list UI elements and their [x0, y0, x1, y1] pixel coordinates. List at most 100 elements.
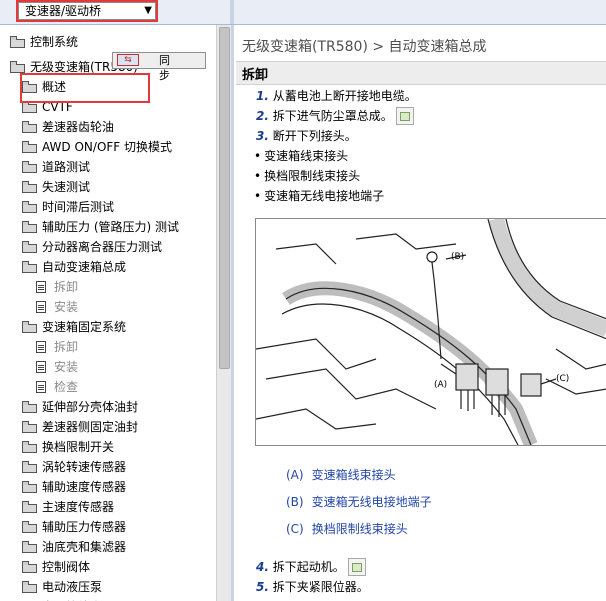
page-title: 无级变速箱(TR580) > 自动变速箱总成	[242, 39, 487, 55]
folder-icon	[22, 81, 37, 93]
procedure-step: 5. 拆下夹紧限位器。	[256, 578, 369, 595]
tree-item-label: 分动器离合器压力测试	[42, 240, 163, 254]
tree-folder-item[interactable]: 油底壳和集滤器	[22, 537, 126, 557]
tree-item-label: AWD ON/OFF 切换模式	[42, 140, 173, 154]
tree-folder-item[interactable]: 变速箱固定系统	[22, 317, 126, 337]
tree-folder-item[interactable]: 电动液压泵	[22, 577, 102, 597]
tree-topic-item[interactable]: 拆卸	[36, 337, 78, 357]
tree-scrollbar-thumb[interactable]	[219, 27, 230, 369]
tree-item-label: 安装	[54, 360, 79, 374]
step-number: 3.	[256, 129, 269, 143]
tree-item-label: 检查	[54, 380, 79, 394]
tree-item-label: 辅助压力传感器	[42, 520, 127, 534]
tree-folder-item[interactable]: 控制系统	[10, 32, 78, 52]
tree-item-label: 主速度传感器	[42, 500, 115, 514]
tree-folder-item[interactable]: 辅助速度传感器	[22, 477, 126, 497]
tree-item-label: 拆卸	[54, 340, 79, 354]
sync-button-label: 同 步	[159, 54, 182, 82]
step-text: 拆下夹紧限位器。	[272, 580, 369, 594]
section-title: 拆卸	[242, 68, 269, 83]
tree-folder-item[interactable]: 分动器离合器压力测试	[22, 237, 162, 257]
tree-folder-item[interactable]: 换档限制开关	[22, 437, 114, 457]
step-number: 4.	[256, 560, 269, 574]
tree-folder-item[interactable]: 时间滞后测试	[22, 197, 114, 217]
folder-icon	[22, 161, 37, 173]
bullet-icon: •	[254, 149, 262, 163]
folder-icon	[10, 36, 25, 48]
tree-item-label: 失速测试	[42, 180, 91, 194]
folder-icon	[22, 201, 37, 213]
folder-icon	[22, 541, 37, 553]
step-number: 1.	[256, 89, 269, 103]
tree-folder-item[interactable]: 变速箱线束	[22, 597, 102, 601]
tree-folder-item[interactable]: 失速测试	[22, 177, 90, 197]
document-icon	[36, 341, 46, 353]
tree-folder-item[interactable]: 延伸部分壳体油封	[22, 397, 138, 417]
document-icon	[36, 281, 46, 293]
connector-list-item: • 变速箱线束接头	[254, 147, 348, 164]
legend-item: (A) 变速箱线束接头	[286, 466, 396, 483]
sync-button[interactable]: ⇆ 同 步	[112, 52, 206, 82]
tree-folder-item[interactable]: 道路测试	[22, 157, 90, 177]
folder-icon	[22, 421, 37, 433]
procedure-step: 2. 拆下进气防尘罩总成。	[256, 107, 414, 125]
tree-folder-item[interactable]: CVTF	[22, 97, 73, 117]
legend-item: (B) 变速箱无线电接地端子	[286, 493, 432, 510]
section-header: 拆卸	[236, 61, 606, 85]
tree-item-label: 安装	[54, 300, 79, 314]
step-number: 5.	[256, 580, 269, 594]
tree-scrollbar[interactable]	[216, 25, 231, 601]
tree-item-label: 差速器侧固定油封	[42, 420, 139, 434]
bullet-icon: •	[254, 169, 262, 183]
category-dropdown[interactable]: 变速器/驱动桥 ▼	[18, 2, 156, 20]
tree-item-label: 道路测试	[42, 160, 91, 174]
tree-item-label: 辅助速度传感器	[42, 480, 127, 494]
top-toolbar: 变速器/驱动桥 ▼	[0, 0, 606, 25]
folder-icon	[22, 481, 37, 493]
image-link-icon[interactable]	[395, 107, 414, 125]
tree-folder-item[interactable]: 控制阀体	[22, 557, 90, 577]
diagram-label-a: (A)	[434, 380, 447, 390]
bullet-icon: •	[254, 189, 262, 203]
image-link-icon[interactable]	[347, 558, 366, 576]
document-icon	[36, 381, 46, 393]
legend-key: (C)	[286, 522, 304, 536]
legend-text: 变速箱线束接头	[311, 468, 396, 482]
chevron-down-icon[interactable]: ▼	[144, 3, 152, 19]
connector-list-item: • 换档限制线束接头	[254, 167, 360, 184]
tree-folder-item[interactable]: 辅助压力传感器	[22, 517, 126, 537]
diagram-label-c: (C)	[556, 374, 569, 384]
tree-folder-item[interactable]: 涡轮转速传感器	[22, 457, 126, 477]
tree-folder-item[interactable]: 主速度传感器	[22, 497, 114, 517]
folder-icon	[22, 101, 37, 113]
connector-name: 变速箱线束接头	[264, 149, 349, 163]
tree-folder-item[interactable]: 差速器侧固定油封	[22, 417, 138, 437]
tree-item-label: 差速器齿轮油	[42, 120, 115, 134]
tree-folder-item[interactable]: AWD ON/OFF 切换模式	[22, 137, 172, 157]
tree-topic-item[interactable]: 安装	[36, 297, 78, 317]
folder-icon	[22, 221, 37, 233]
legend-key: (A)	[286, 468, 304, 482]
procedure-step: 3. 断开下列接头。	[256, 127, 357, 144]
tree-topic-item[interactable]: 检查	[36, 377, 78, 397]
folder-icon	[22, 521, 37, 533]
folder-icon	[22, 461, 37, 473]
connector-name: 换档限制线束接头	[264, 169, 361, 183]
tree-folder-item[interactable]: 概述	[22, 77, 66, 97]
content-pane: 无级变速箱(TR580) > 自动变速箱总成 拆卸 1. 从蓄电池上断开接地电缆…	[234, 25, 606, 601]
legend-key: (B)	[286, 495, 304, 509]
step-text: 拆下起动机。	[272, 560, 345, 574]
tree-folder-item[interactable]: 辅助压力 (管路压力) 测试	[22, 217, 179, 237]
tree-item-label: 涡轮转速传感器	[42, 460, 127, 474]
folder-icon	[10, 61, 25, 73]
tree-topic-item[interactable]: 安装	[36, 357, 78, 377]
tree-item-label: 延伸部分壳体油封	[42, 400, 139, 414]
tree-folder-item[interactable]: 差速器齿轮油	[22, 117, 114, 137]
document-icon	[36, 361, 46, 373]
tree-item-label: 自动变速箱总成	[42, 260, 127, 274]
step-number: 2.	[256, 109, 269, 123]
tree-folder-item[interactable]: 自动变速箱总成	[22, 257, 126, 277]
tree-item-label: 辅助压力 (管路压力) 测试	[42, 220, 179, 234]
tree-topic-item[interactable]: 拆卸	[36, 277, 78, 297]
tree-item-label: 时间滞后测试	[42, 200, 115, 214]
